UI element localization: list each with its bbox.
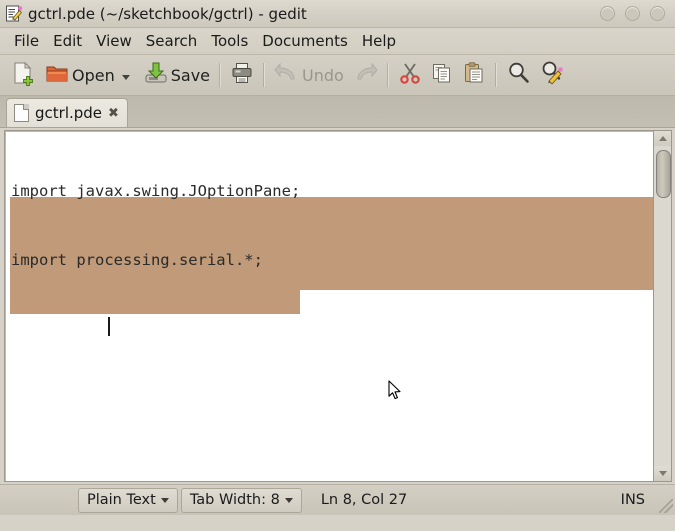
insert-mode-label: INS [620,492,645,508]
save-button[interactable]: Save [139,58,214,92]
code-content: import javax.swing.JOptionPane; import p… [11,133,653,481]
redo-button[interactable] [348,58,382,92]
text-editor-icon [5,5,23,23]
menu-help[interactable]: Help [355,30,403,53]
toolbar-separator-2 [263,63,266,87]
save-label: Save [170,65,211,85]
language-label: Plain Text [87,492,156,508]
open-folder-icon [44,60,70,90]
find-button[interactable] [502,58,536,92]
find-replace-icon [540,60,566,90]
tab-gctrl-pde[interactable]: gctrl.pde ✖ [6,98,128,127]
document-icon [14,104,29,122]
cursor-position-label: Ln 8, Col 27 [320,492,408,508]
menu-view[interactable]: View [89,30,139,53]
toolbar-separator-1 [219,63,222,87]
scrollbar-track[interactable] [654,146,671,466]
toolbar-separator-4 [494,63,497,87]
minimize-button[interactable] [600,6,615,21]
menu-tools[interactable]: Tools [204,30,255,53]
open-label: Open [72,65,115,85]
code-line-2: import processing.serial.*; [11,251,263,270]
toolbar-separator-3 [386,63,389,87]
window-controls [600,6,665,21]
chevron-down-icon [658,471,667,476]
cut-button[interactable] [394,58,426,92]
menu-search[interactable]: Search [139,30,205,53]
clipboard-paste-icon [462,61,486,89]
tab-bar: gctrl.pde ✖ [0,96,675,128]
toolbar: Open Save Undo [0,55,675,96]
menu-edit[interactable]: Edit [46,30,89,53]
title-bar: gctrl.pde (~/sketchbook/gctrl) - gedit [0,0,675,28]
vertical-scrollbar[interactable] [653,130,672,482]
gedit-window: gctrl.pde (~/sketchbook/gctrl) - gedit F… [0,0,675,531]
editor-area: import javax.swing.JOptionPane; import p… [0,128,675,484]
close-button[interactable] [650,6,665,21]
tab-width-label: Tab Width: 8 [189,492,280,508]
new-document-icon [10,60,36,90]
resize-grip[interactable] [659,499,673,513]
undo-label: Undo [302,65,344,85]
language-selector[interactable]: Plain Text [78,487,178,513]
menu-documents[interactable]: Documents [255,30,355,53]
open-dropdown-arrow[interactable] [121,74,130,80]
chevron-down-icon [284,497,293,503]
paste-button[interactable] [458,58,490,92]
code-line-1: import javax.swing.JOptionPane; [11,181,301,200]
maximize-button[interactable] [625,6,640,21]
code-line-4: Serial port = null; [11,391,189,410]
copy-button[interactable] [426,58,458,92]
menu-bar: File Edit View Search Tools Documents He… [0,28,675,55]
undo-arrow-icon [274,61,300,89]
text-view[interactable]: import javax.swing.JOptionPane; import p… [4,130,653,482]
search-icon [506,60,532,90]
new-document-button[interactable] [6,58,40,92]
replace-button[interactable] [536,58,570,92]
tab-close-icon[interactable]: ✖ [108,107,119,120]
scroll-up-button[interactable] [654,131,671,146]
menu-file[interactable]: File [7,30,46,53]
undo-button[interactable]: Undo [270,58,348,92]
chevron-down-icon [160,497,169,503]
tab-label: gctrl.pde [35,104,103,122]
printer-icon [230,61,254,89]
print-button[interactable] [226,58,258,92]
tab-width-selector[interactable]: Tab Width: 8 [180,487,302,513]
window-title: gctrl.pde (~/sketchbook/gctrl) - gedit [28,4,307,23]
scrollbar-thumb[interactable] [656,150,671,198]
open-button[interactable]: Open [40,58,139,92]
scroll-down-button[interactable] [654,466,671,481]
copy-icon [430,61,454,89]
text-caret [108,317,110,336]
scissors-icon [398,61,422,89]
redo-arrow-icon [352,61,378,89]
status-bar: Plain Text Tab Width: 8 Ln 8, Col 27 INS [0,484,675,515]
save-disk-icon [143,60,169,90]
chevron-up-icon [658,136,667,141]
status-spacer [0,485,78,515]
